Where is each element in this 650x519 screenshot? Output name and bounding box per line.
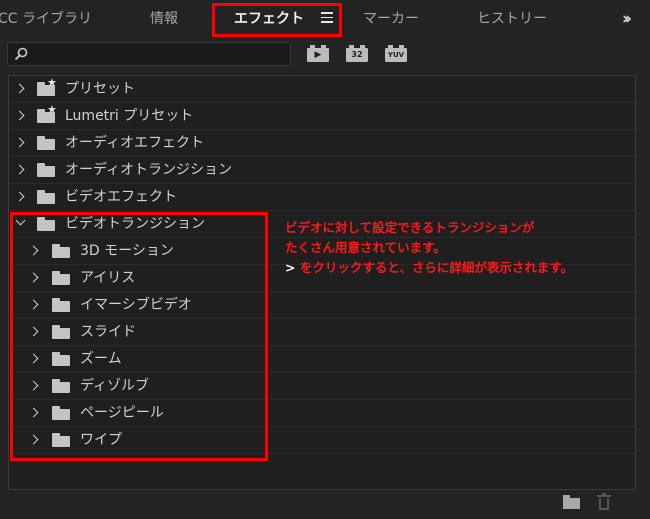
tree-item-presets[interactable]: ★ プリセット [9,76,635,103]
chevron-right-icon[interactable] [14,164,25,175]
folder-icon [37,163,55,177]
tree-item-lumetri-presets[interactable]: ★ Lumetri プリセット [9,103,635,130]
tree-item-label: ビデオエフェクト [65,189,177,205]
tree-item-audio-transitions[interactable]: オーディオトランジション [9,157,635,184]
search-input[interactable] [7,42,291,66]
yuv-effects-filter-icon[interactable]: YUV [385,45,407,63]
tree-item-audio-effects[interactable]: オーディオエフェクト [9,130,635,157]
tab-history[interactable]: ヒストリー [477,0,547,38]
search-icon [14,47,28,61]
chevron-right-icon[interactable] [14,191,25,202]
tree-item-label: プリセット [65,81,135,97]
tree-item-video-effects[interactable]: ビデオエフェクト [9,184,635,211]
double-chevron-right-icon[interactable]: ›› [622,9,632,29]
preset-folder-icon: ★ [37,76,57,96]
new-bin-icon[interactable] [563,495,580,509]
highlight-box-video-transitions [10,212,268,461]
chevron-right-icon[interactable] [14,83,25,94]
tab-info[interactable]: 情報 [150,0,178,38]
annotation-line-2: たくさん用意されています。 [285,240,446,255]
folder-icon [37,136,55,150]
folder-icon [37,190,55,204]
preset-folder-icon: ★ [37,103,57,123]
32bit-color-filter-icon[interactable]: 32 [346,45,368,63]
highlight-box-effects-tab [212,3,342,37]
tree-item-label: オーディオエフェクト [65,135,205,151]
annotation-chevron-symbol: > [285,260,296,275]
trash-icon[interactable] [597,493,611,510]
annotation-line-3: > をクリックすると、さらに詳細が表示されます。 [285,258,625,278]
chevron-right-icon[interactable] [14,110,25,121]
accelerated-effects-filter-icon[interactable]: ▶ [307,45,329,63]
annotation-line-3-text: をクリックすると、さらに詳細が表示されます。 [295,260,574,275]
annotation-line-1: ビデオに対して設定できるトランジションが [285,220,535,235]
tree-item-label: Lumetri プリセット [65,108,194,124]
annotation-text: ビデオに対して設定できるトランジションが たくさん用意されています。 > をクリ… [285,218,625,278]
chevron-right-icon[interactable] [14,137,25,148]
tree-item-label: オーディオトランジション [65,162,233,178]
tab-markers[interactable]: マーカー [363,0,419,38]
tab-cc-libraries[interactable]: CC ライブラリ [0,0,92,38]
